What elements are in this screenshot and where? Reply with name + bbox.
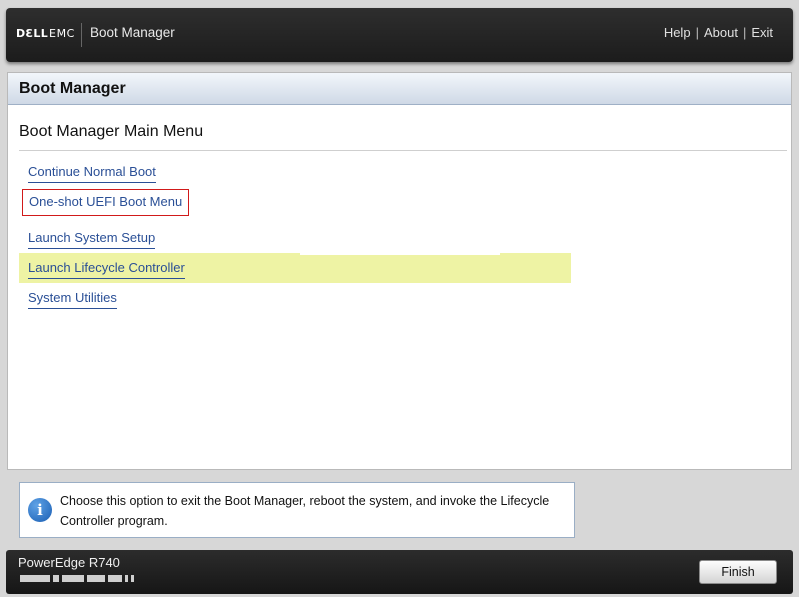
footer-bar: PowerEdge R740 Finish [6,550,793,594]
link-underline [28,308,117,309]
system-utilities-link[interactable]: System Utilities [28,290,117,309]
app-title: Boot Manager [90,25,175,40]
link-underline [28,248,156,249]
highlight-gap [300,250,500,255]
link-underline [28,182,156,183]
help-link[interactable]: Help [664,25,691,40]
panel-title: Boot Manager [19,80,126,97]
menu-divider [19,150,787,151]
exit-link[interactable]: Exit [751,25,773,40]
menu-item-label: Launch System Setup [28,230,156,245]
menu-item-label: One-shot UEFI Boot Menu [29,194,183,209]
about-link[interactable]: About [704,25,738,40]
finish-button[interactable]: Finish [699,560,777,584]
header-divider [81,23,82,47]
one-shot-uefi-boot-menu-link[interactable]: One-shot UEFI Boot Menu [22,189,190,216]
boot-manager-panel: Boot Manager Boot Manager Main Menu Cont… [7,72,792,470]
logo-emc-text: EMC [49,27,75,40]
menu-title: Boot Manager Main Menu [19,123,204,140]
menu-item-label: Continue Normal Boot [28,164,156,179]
service-tag-redacted [20,575,165,583]
menu-item-label: Launch Lifecycle Controller [28,260,185,275]
launch-lifecycle-controller-link[interactable]: Launch Lifecycle Controller [28,260,185,279]
help-info-box: i Choose this option to exit the Boot Ma… [19,482,575,538]
logo-dell-text: DƐLL [16,27,49,40]
dell-emc-logo: DƐLLEMC [16,27,75,40]
info-icon: i [28,498,52,522]
panel-header: Boot Manager [8,73,791,105]
info-text: Choose this option to exit the Boot Mana… [60,494,550,528]
continue-normal-boot-link[interactable]: Continue Normal Boot [28,164,156,183]
top-header-bar: DƐLLEMC Boot Manager Help | About | Exit [6,8,793,62]
header-links: Help | About | Exit [664,25,773,40]
launch-system-setup-link[interactable]: Launch System Setup [28,230,156,249]
system-model: PowerEdge R740 [18,555,120,570]
link-separator: | [695,25,699,40]
menu-item-label: System Utilities [28,290,117,305]
link-underline [28,278,185,279]
link-separator: | [742,25,747,40]
